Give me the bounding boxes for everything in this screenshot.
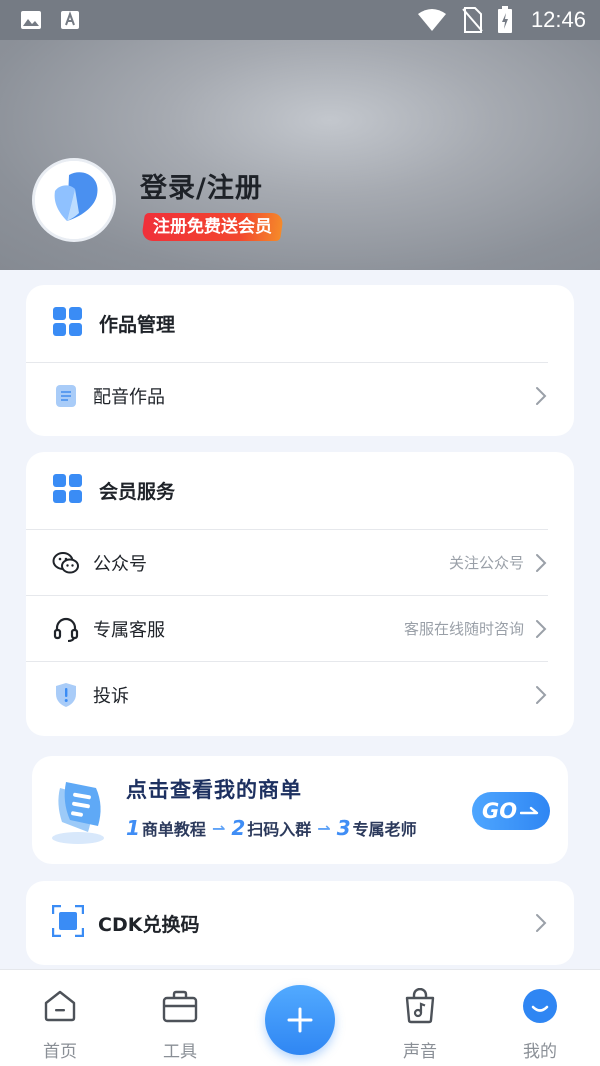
row-label: 公众号: [93, 553, 147, 575]
nav-tools[interactable]: 工具: [120, 970, 240, 1066]
member-card-title: 会员服务: [99, 481, 176, 503]
go-label: GO: [481, 799, 518, 823]
register-free-vip-badge[interactable]: 注册免费送会员: [141, 213, 284, 241]
member-services-card: 会员服务 公众号 关注公众号 专属客服 客服在线随时咨询 投诉: [26, 452, 574, 736]
row-label: 投诉: [93, 686, 129, 707]
grid-icon: [53, 473, 83, 508]
my-orders-banner[interactable]: 点击查看我的商单 1 商单教程 ⇀ 2 扫码入群 ⇀ 3 专属老师 GO: [32, 756, 568, 864]
nav-label: 声音: [403, 1042, 437, 1062]
wifi-icon: [417, 8, 447, 32]
profile-face-icon: [522, 988, 558, 1024]
nav-label: 工具: [163, 1042, 197, 1062]
works-management-card: 作品管理 配音作品: [26, 285, 574, 436]
step-number: 3: [336, 816, 351, 840]
banner-steps: 1 商单教程 ⇀ 2 扫码入群 ⇀ 3 专属老师: [126, 816, 417, 840]
cdk-label: CDK兑换码: [98, 913, 200, 936]
banner-title: 点击查看我的商单: [126, 778, 302, 802]
chevron-right-icon: [536, 914, 547, 932]
music-bag-icon: [403, 988, 437, 1024]
row-complaint[interactable]: 投诉: [26, 662, 548, 728]
step-label: 商单教程: [141, 820, 206, 839]
chevron-right-icon: [536, 686, 547, 704]
step-label: 扫码入群: [247, 820, 312, 839]
scan-code-icon: [51, 904, 85, 941]
step-number: 1: [126, 816, 140, 840]
step-number: 2: [231, 816, 246, 840]
headset-icon: [52, 615, 80, 643]
row-hint: 关注公众号: [448, 554, 524, 572]
step-label: 专属老师: [352, 820, 417, 839]
toolbox-icon: [162, 988, 198, 1024]
row-hint: 客服在线随时咨询: [403, 620, 524, 638]
home-icon: [43, 988, 77, 1024]
arrow-right-icon: [520, 806, 539, 815]
works-card-header: 作品管理: [26, 285, 548, 363]
document-icon: [52, 382, 80, 410]
chevron-right-icon: [536, 387, 547, 405]
go-button[interactable]: GO: [472, 792, 550, 830]
row-label: 专属客服: [93, 619, 165, 641]
font-icon: [60, 10, 80, 30]
row-official-account[interactable]: 公众号 关注公众号: [26, 530, 548, 596]
no-sim-icon: [461, 7, 483, 33]
plus-icon: [287, 1007, 313, 1033]
profile-header: 登录/注册 注册免费送会员: [0, 40, 600, 270]
arrow-right-icon: ⇀: [211, 818, 226, 838]
nav-label: 首页: [43, 1042, 77, 1062]
member-card-header: 会员服务: [26, 452, 548, 530]
nav-voice[interactable]: 声音: [360, 970, 480, 1066]
works-card-title: 作品管理: [99, 314, 176, 336]
nav-label: 我的: [523, 1042, 557, 1062]
chevron-right-icon: [536, 619, 547, 638]
arrow-right-icon: ⇀: [317, 818, 331, 838]
shield-alert-icon: [52, 681, 80, 709]
battery-charging-icon: [497, 6, 513, 34]
row-customer-service[interactable]: 专属客服 客服在线随时咨询: [26, 596, 548, 662]
gallery-icon: [20, 10, 42, 30]
chevron-right-icon: [536, 553, 547, 572]
login-register-link[interactable]: 登录/注册: [140, 166, 263, 205]
badge-label: 注册免费送会员: [153, 217, 272, 237]
nav-home[interactable]: 首页: [0, 970, 120, 1066]
row-label: 配音作品: [93, 387, 165, 408]
cdk-redeem-row[interactable]: CDK兑换码: [26, 881, 574, 965]
status-time: 12:46: [530, 7, 586, 32]
avatar[interactable]: [32, 158, 116, 242]
grid-icon: [53, 306, 83, 341]
status-bar: 12:46: [0, 0, 600, 40]
create-plus-button[interactable]: [265, 985, 335, 1055]
nav-mine[interactable]: 我的: [480, 970, 600, 1066]
order-book-icon: [48, 774, 112, 850]
wechat-icon: [52, 549, 80, 577]
row-dubbing-works[interactable]: 配音作品: [26, 363, 548, 429]
